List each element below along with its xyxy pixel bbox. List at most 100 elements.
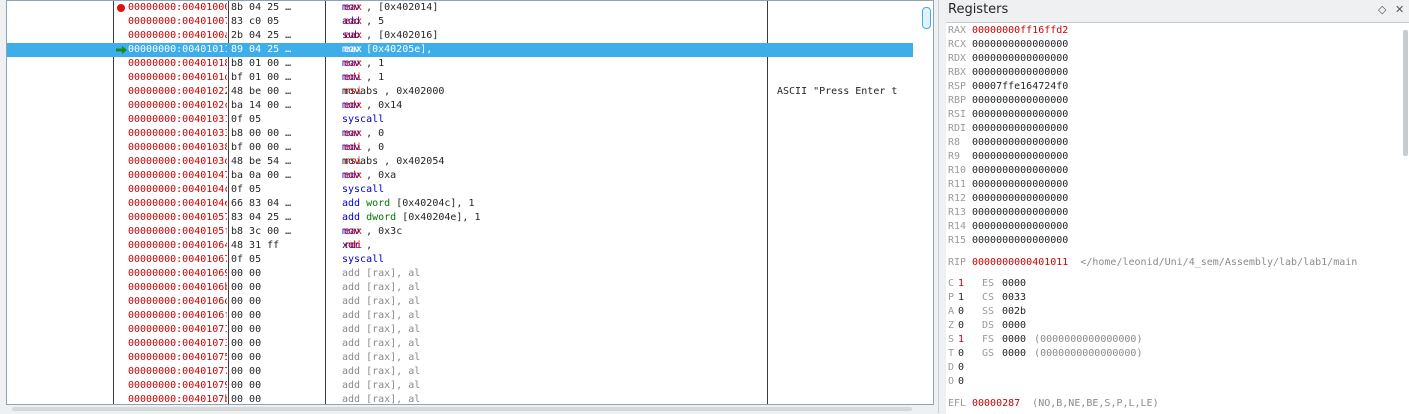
registers-view[interactable]: RAX 00000000ff16ffd2 RCX 0000000000000000 RD… <box>946 22 1409 414</box>
disassembly-row[interactable]: 00000000:0040103d 48 be 54 … movabs rsi, 0… <box>7 155 913 169</box>
disassembly-row[interactable]: 00000000:00401077 00 00 add [rax], al <box>7 365 913 379</box>
disassembly-row[interactable]: 00000000:0040105f b8 3c 00 … mov eax, 0x3c <box>7 225 913 239</box>
flag-o[interactable]: O0 <box>948 375 972 389</box>
flag-name: A <box>948 306 955 317</box>
instruction-bytes: 00 00 <box>231 380 262 391</box>
disassembly-row[interactable]: 00000000:00401031 0f 05 syscall <box>7 113 913 127</box>
instruction-address: 00000000:0040106b <box>128 282 227 293</box>
register-name: RAX <box>948 25 967 36</box>
register-value: 0000000000401011 <box>972 257 1069 268</box>
flag-p[interactable]: P1 <box>948 291 972 305</box>
disassembly-row[interactable]: 00000000:00401047 ba 0a 00 … mov edx, 0xa <box>7 169 913 183</box>
current-instruction-arrow-icon <box>116 46 127 54</box>
disassembly-row[interactable]: 00000000:00401007 83 c0 05 add eax, 5 <box>7 15 913 29</box>
disassembly-row[interactable]: 00000000:0040107b 00 00 add [rax], al <box>7 393 913 404</box>
register-rax[interactable]: RAX 00000000ff16ffd2 <box>948 24 1068 38</box>
instruction-bytes: 0f 05 <box>231 254 262 265</box>
disassembly-row[interactable]: 00000000:0040106d 00 00 add [rax], al <box>7 295 913 309</box>
disassembly-row[interactable]: 00000000:00401033 b8 00 00 … mov eax, 0 <box>7 127 913 141</box>
disassembly-row[interactable]: 00000000:00401079 00 00 add [rax], al <box>7 379 913 393</box>
panel-splitter[interactable] <box>938 0 944 413</box>
flag-c[interactable]: C1 <box>948 277 972 291</box>
register-r12[interactable]: R12 0000000000000000 <box>948 192 1068 206</box>
segment-gs[interactable]: GS 0000 (0000000000000000) <box>982 347 1142 361</box>
disassembly-row[interactable]: 00000000:0040102c ba 14 00 … mov edx, 0x14 <box>7 99 913 113</box>
register-r8[interactable]: R8 0000000000000000 <box>948 136 1068 150</box>
disassembly-row[interactable]: 00000000:00401064 48 31 ff xor rdi, rdi <box>7 239 913 253</box>
segment-base: (0000000000000000) <box>1034 348 1143 359</box>
disassembly-row[interactable]: 00000000:00401075 00 00 add [rax], al <box>7 351 913 365</box>
disassembly-row[interactable]: 00000000:0040106b 00 00 add [rax], al <box>7 281 913 295</box>
disassembly-row[interactable]: 00000000:0040104c 0f 05 syscall <box>7 183 913 197</box>
disassembly-row[interactable]: 00000000:0040106f 00 00 add [rax], al <box>7 309 913 323</box>
register-rsi[interactable]: RSI 0000000000000000 <box>948 108 1068 122</box>
instruction-bytes: 00 00 <box>231 338 262 349</box>
segment-ds[interactable]: DS 0000 <box>982 319 1026 333</box>
register-name: RSP <box>948 81 967 92</box>
disassembly-row[interactable]: 00000000:0040101d bf 01 00 … mov edi, 1 <box>7 71 913 85</box>
instruction-bytes: 0f 05 <box>231 114 262 125</box>
flag-d[interactable]: D0 <box>948 361 972 375</box>
scrollbar-thumb[interactable] <box>922 7 931 29</box>
register-value: 0000000000000000 <box>972 235 1069 246</box>
disassembly-row[interactable]: 00000000:00401022 48 be 00 … movabs rsi, 0… <box>7 85 913 99</box>
register-rdi[interactable]: RDI 0000000000000000 <box>948 122 1068 136</box>
instruction-text: add [rax], al <box>342 352 421 363</box>
segment-value: 002b <box>1002 306 1027 317</box>
register-rbp[interactable]: RBP 0000000000000000 <box>948 94 1068 108</box>
disassembly-row[interactable]: 00000000:00401069 00 00 add [rax], al <box>7 267 913 281</box>
instruction-bytes: 00 00 <box>231 310 262 321</box>
horizontal-scrollbar[interactable] <box>0 405 938 413</box>
segment-cs[interactable]: CS 0033 <box>982 291 1026 305</box>
instruction-address: 00000000:00401075 <box>128 352 227 363</box>
instruction-address: 00000000:0040106d <box>128 296 227 307</box>
register-r15[interactable]: R15 0000000000000000 <box>948 234 1068 248</box>
registers-scrollbar[interactable] <box>1403 30 1408 156</box>
register-r13[interactable]: R13 0000000000000000 <box>948 206 1068 220</box>
flag-t[interactable]: T0 <box>948 347 972 361</box>
disassembly-row[interactable]: 00000000:00401071 00 00 add [rax], al <box>7 323 913 337</box>
disassembly-row[interactable]: 00000000:00401073 00 00 add [rax], al <box>7 337 913 351</box>
flag-z[interactable]: Z0 <box>948 319 972 333</box>
instruction-text: mov edi, 0 <box>342 142 385 153</box>
disassembly-row[interactable]: 00000000:0040100a 2b 04 25 … sub eax, [0x4… <box>7 29 913 43</box>
breakpoint-icon[interactable] <box>117 4 125 12</box>
instruction-text: add [rax], al <box>342 324 421 335</box>
segment-ss[interactable]: SS 002b <box>982 305 1026 319</box>
register-rbx[interactable]: RBX 0000000000000000 <box>948 66 1068 80</box>
disassembly-scrollbar[interactable] <box>920 1 933 404</box>
register-efl[interactable]: EFL 00000287 (NO,B,NE,BE,S,P,L,LE) <box>948 397 1159 411</box>
instruction-text: movabs rsi, 0x402000 <box>342 86 445 97</box>
disassembly-row[interactable]: 00000000:00401067 0f 05 syscall <box>7 253 913 267</box>
flag-value: 1 <box>958 292 965 303</box>
register-r10[interactable]: R10 0000000000000000 <box>948 164 1068 178</box>
flag-s[interactable]: S1 <box>948 333 972 347</box>
register-r14[interactable]: R14 0000000000000000 <box>948 220 1068 234</box>
register-r11[interactable]: R11 0000000000000000 <box>948 178 1068 192</box>
disassembly-row[interactable]: 00000000:00401000 8b 04 25 … mov eax, [0x4… <box>7 1 913 15</box>
instruction-bytes: 83 04 25 … <box>231 212 292 223</box>
register-rsp[interactable]: RSP 00007ffe164724f0 <box>948 80 1068 94</box>
instruction-bytes: 48 be 54 … <box>231 156 292 167</box>
flag-a[interactable]: A0 <box>948 305 972 319</box>
register-value: 00000000ff16ffd2 <box>972 25 1069 36</box>
register-rip[interactable]: RIP 0000000000401011 </home/leonid/Uni/4_s… <box>948 256 1357 270</box>
disassembly-row[interactable]: 00000000:00401038 bf 00 00 … mov edi, 0 <box>7 141 913 155</box>
register-rdx[interactable]: RDX 0000000000000000 <box>948 52 1068 66</box>
instruction-text: mov eax, 0 <box>342 128 385 139</box>
segment-fs[interactable]: FS 0000 (0000000000000000) <box>982 333 1142 347</box>
register-value: 00007ffe164724f0 <box>972 81 1069 92</box>
disassembly-view[interactable]: 00000000:00401000 8b 04 25 … mov eax, [0x4… <box>6 0 934 405</box>
float-panel-icon[interactable]: ◇ <box>1378 1 1386 19</box>
segment-es[interactable]: ES 0000 <box>982 277 1026 291</box>
instruction-bytes: 00 00 <box>231 352 262 363</box>
instruction-text: add eax, 5 <box>342 16 385 27</box>
disassembly-row[interactable]: 00000000:0040104e 66 83 04 … add word [0x4… <box>7 197 913 211</box>
disassembly-row[interactable]: 00000000:00401018 b8 01 00 … mov eax, 1 <box>7 57 913 71</box>
disassembly-row[interactable]: 00000000:00401011 89 04 25 … mov [0x40205e… <box>7 43 913 57</box>
disassembly-row[interactable]: 00000000:00401057 83 04 25 … add dword [0x… <box>7 211 913 225</box>
horizontal-scrollbar-track[interactable] <box>12 407 912 411</box>
close-panel-icon[interactable]: ✕ <box>1395 1 1404 19</box>
register-rcx[interactable]: RCX 0000000000000000 <box>948 38 1068 52</box>
register-r9[interactable]: R9 0000000000000000 <box>948 150 1068 164</box>
